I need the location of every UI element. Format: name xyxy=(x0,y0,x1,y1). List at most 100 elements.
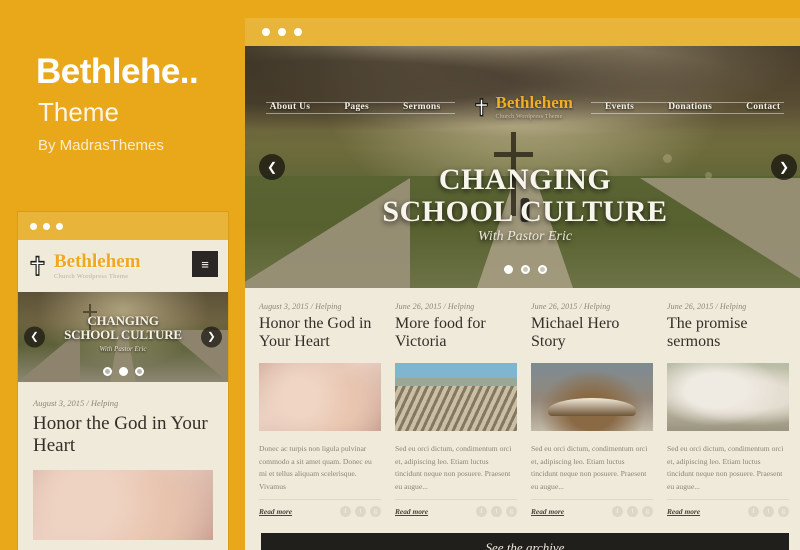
promo-author: By MadrasThemes xyxy=(38,137,164,154)
window-dot-maximize[interactable] xyxy=(56,222,63,230)
mobile-logo-name[interactable]: Bethlehem xyxy=(54,252,141,271)
google-plus-icon[interactable]: g xyxy=(506,506,517,518)
promo-subtitle: Theme xyxy=(38,97,119,127)
post-thumbnail[interactable] xyxy=(667,363,789,431)
mobile-window-titlebar xyxy=(18,212,228,240)
post-card: June 26, 2015 / Helping The promise serm… xyxy=(667,302,789,518)
mobile-carousel-dot-1[interactable] xyxy=(102,367,112,376)
post-title[interactable]: More food for Victoria xyxy=(395,315,517,353)
site-nav: About Us Pages Sermons Bethlehem Church … xyxy=(245,84,800,130)
mobile-hero-title-line1: CHANGING xyxy=(87,313,159,328)
twitter-icon[interactable]: t xyxy=(763,506,774,518)
mobile-carousel-prev-icon[interactable]: ❮ xyxy=(24,326,45,348)
nav-link-events[interactable]: Events xyxy=(605,102,634,112)
post-card: June 26, 2015 / Helping More food for Vi… xyxy=(395,302,517,518)
cross-icon xyxy=(474,97,488,116)
hero-title-line1: CHANGING xyxy=(438,163,612,196)
carousel-dot-2[interactable] xyxy=(520,265,530,274)
google-plus-icon[interactable]: g xyxy=(642,506,653,518)
window-dot-maximize[interactable] xyxy=(294,28,302,36)
post-excerpt: Sed eu orci dictum, condimentum orci et,… xyxy=(395,444,512,491)
site-logo[interactable]: Bethlehem Church Wordpress Theme xyxy=(459,94,587,120)
post-title[interactable]: Michael Hero Story xyxy=(531,315,653,353)
mobile-site-header: Bethlehem Church Wordpress Theme ≡ xyxy=(18,240,228,292)
carousel-prev-icon[interactable]: ❮ xyxy=(259,154,285,180)
post-card: August 3, 2015 / Helping Honor the God i… xyxy=(259,302,381,518)
mobile-hero-title-line2: SCHOOL CULTURE xyxy=(64,327,182,343)
nav-link-about-us[interactable]: About Us xyxy=(270,102,311,112)
post-title[interactable]: Honor the God in Your Heart xyxy=(259,315,381,353)
post-footer: Read more f t g xyxy=(395,499,517,518)
nav-right-group: Events Donations Contact xyxy=(587,102,798,114)
mobile-carousel-dots xyxy=(18,367,228,376)
post-thumbnail[interactable] xyxy=(531,363,653,431)
window-dot-close[interactable] xyxy=(262,28,270,36)
post-share-group: f t g xyxy=(748,506,789,518)
nav-link-sermons[interactable]: Sermons xyxy=(403,102,440,112)
post-meta: August 3, 2015 / Helping xyxy=(259,302,342,311)
post-excerpt: Sed eu orci dictum, condimentum orci et,… xyxy=(667,444,784,491)
carousel-dots xyxy=(245,265,800,274)
mobile-carousel-dot-3[interactable] xyxy=(134,367,144,376)
nav-rule-top-right xyxy=(590,113,785,114)
twitter-icon[interactable]: t xyxy=(627,506,638,518)
mobile-hero-carousel: CHANGING SCHOOL CULTURE With Pastor Eric… xyxy=(18,292,228,382)
hamburger-menu-icon[interactable]: ≡ xyxy=(192,251,218,277)
post-grid: August 3, 2015 / Helping Honor the God i… xyxy=(245,288,800,518)
read-more-link[interactable]: Read more xyxy=(667,507,700,516)
window-dot-minimize[interactable] xyxy=(278,28,286,36)
carousel-dot-1[interactable] xyxy=(503,265,513,274)
facebook-icon[interactable]: f xyxy=(612,506,623,518)
hamburger-glyph: ≡ xyxy=(201,256,209,272)
mobile-hero-title: CHANGING SCHOOL CULTURE xyxy=(18,313,228,343)
nav-link-donations[interactable]: Donations xyxy=(668,102,712,112)
google-plus-icon[interactable]: g xyxy=(370,506,381,518)
mobile-post-title[interactable]: Honor the God in Your Heart xyxy=(33,413,213,458)
nav-rule-bottom-right xyxy=(590,102,785,103)
post-thumbnail[interactable] xyxy=(259,363,381,431)
mobile-post-card: August 3, 2015 / Helping Honor the God i… xyxy=(18,382,228,540)
nav-rule-bottom-left xyxy=(265,102,455,103)
window-dot-minimize[interactable] xyxy=(43,222,50,230)
logo-tagline: Church Wordpress Theme xyxy=(495,114,563,120)
post-thumbnail[interactable] xyxy=(395,363,517,431)
logo-name: Bethlehem xyxy=(495,93,573,112)
carousel-next-icon[interactable]: ❯ xyxy=(771,154,797,180)
mobile-carousel-dot-2[interactable] xyxy=(118,367,128,376)
twitter-icon[interactable]: t xyxy=(355,506,366,518)
post-excerpt: Donec ac turpis non ligula pulvinar comm… xyxy=(259,444,372,491)
facebook-icon[interactable]: f xyxy=(340,506,351,518)
post-title[interactable]: The promise sermons xyxy=(667,315,789,353)
facebook-icon[interactable]: f xyxy=(476,506,487,518)
mobile-post-thumbnail xyxy=(33,469,213,540)
read-more-link[interactable]: Read more xyxy=(531,507,564,516)
google-plus-icon[interactable]: g xyxy=(778,506,789,518)
see-archive-button[interactable]: See the archive xyxy=(261,533,789,550)
post-footer: Read more f t g xyxy=(259,499,381,518)
read-more-link[interactable]: Read more xyxy=(395,507,428,516)
nav-link-pages[interactable]: Pages xyxy=(344,102,369,112)
hero-title-line2: SCHOOL CULTURE xyxy=(382,195,668,229)
hero-subtitle: With Pastor Eric xyxy=(477,229,573,244)
window-dot-close[interactable] xyxy=(30,222,37,230)
mobile-carousel-next-icon[interactable]: ❯ xyxy=(201,326,222,348)
promo-title: Bethlehe.. xyxy=(36,52,199,91)
hero-carousel: About Us Pages Sermons Bethlehem Church … xyxy=(245,46,800,288)
post-meta: June 26, 2015 / Helping xyxy=(531,302,611,311)
hero-title: CHANGING SCHOOL CULTURE xyxy=(245,163,800,229)
post-share-group: f t g xyxy=(476,506,517,518)
post-card: June 26, 2015 / Helping Michael Hero Sto… xyxy=(531,302,653,518)
facebook-icon[interactable]: f xyxy=(748,506,759,518)
nav-rule-top-left xyxy=(265,113,455,114)
post-footer: Read more f t g xyxy=(531,499,653,518)
nav-left-group: About Us Pages Sermons xyxy=(252,102,459,114)
carousel-dot-3[interactable] xyxy=(537,265,547,274)
post-meta: June 26, 2015 / Helping xyxy=(667,302,747,311)
twitter-icon[interactable]: t xyxy=(491,506,502,518)
post-share-group: f t g xyxy=(340,506,381,518)
mobile-post-meta: August 3, 2015 / Helping xyxy=(33,398,119,408)
read-more-link[interactable]: Read more xyxy=(259,507,292,516)
mobile-logo-tagline: Church Wordpress Theme xyxy=(54,273,129,280)
mobile-preview-window: Bethlehem Church Wordpress Theme ≡ CHANG… xyxy=(18,212,228,550)
nav-link-contact[interactable]: Contact xyxy=(746,102,780,112)
